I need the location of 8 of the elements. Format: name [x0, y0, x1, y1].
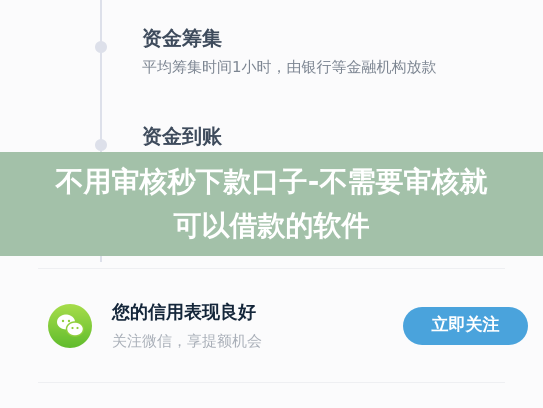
follow-button[interactable]: 立即关注 [403, 306, 528, 344]
step-description: 平均筹集时间1小时，由银行等金融机构放款 [142, 57, 438, 77]
promo-subtitle: 关注微信，享提额机会 [112, 330, 262, 350]
banner-title: 不用审核秒下款口子-不需要审核就可以借款的软件 [54, 164, 488, 244]
step-title: 资金到账 [142, 123, 223, 149]
chat-bubbles-icon [48, 304, 92, 348]
step-title: 资金筹集 [142, 25, 223, 51]
promo-title: 您的信用表现良好 [112, 300, 257, 324]
